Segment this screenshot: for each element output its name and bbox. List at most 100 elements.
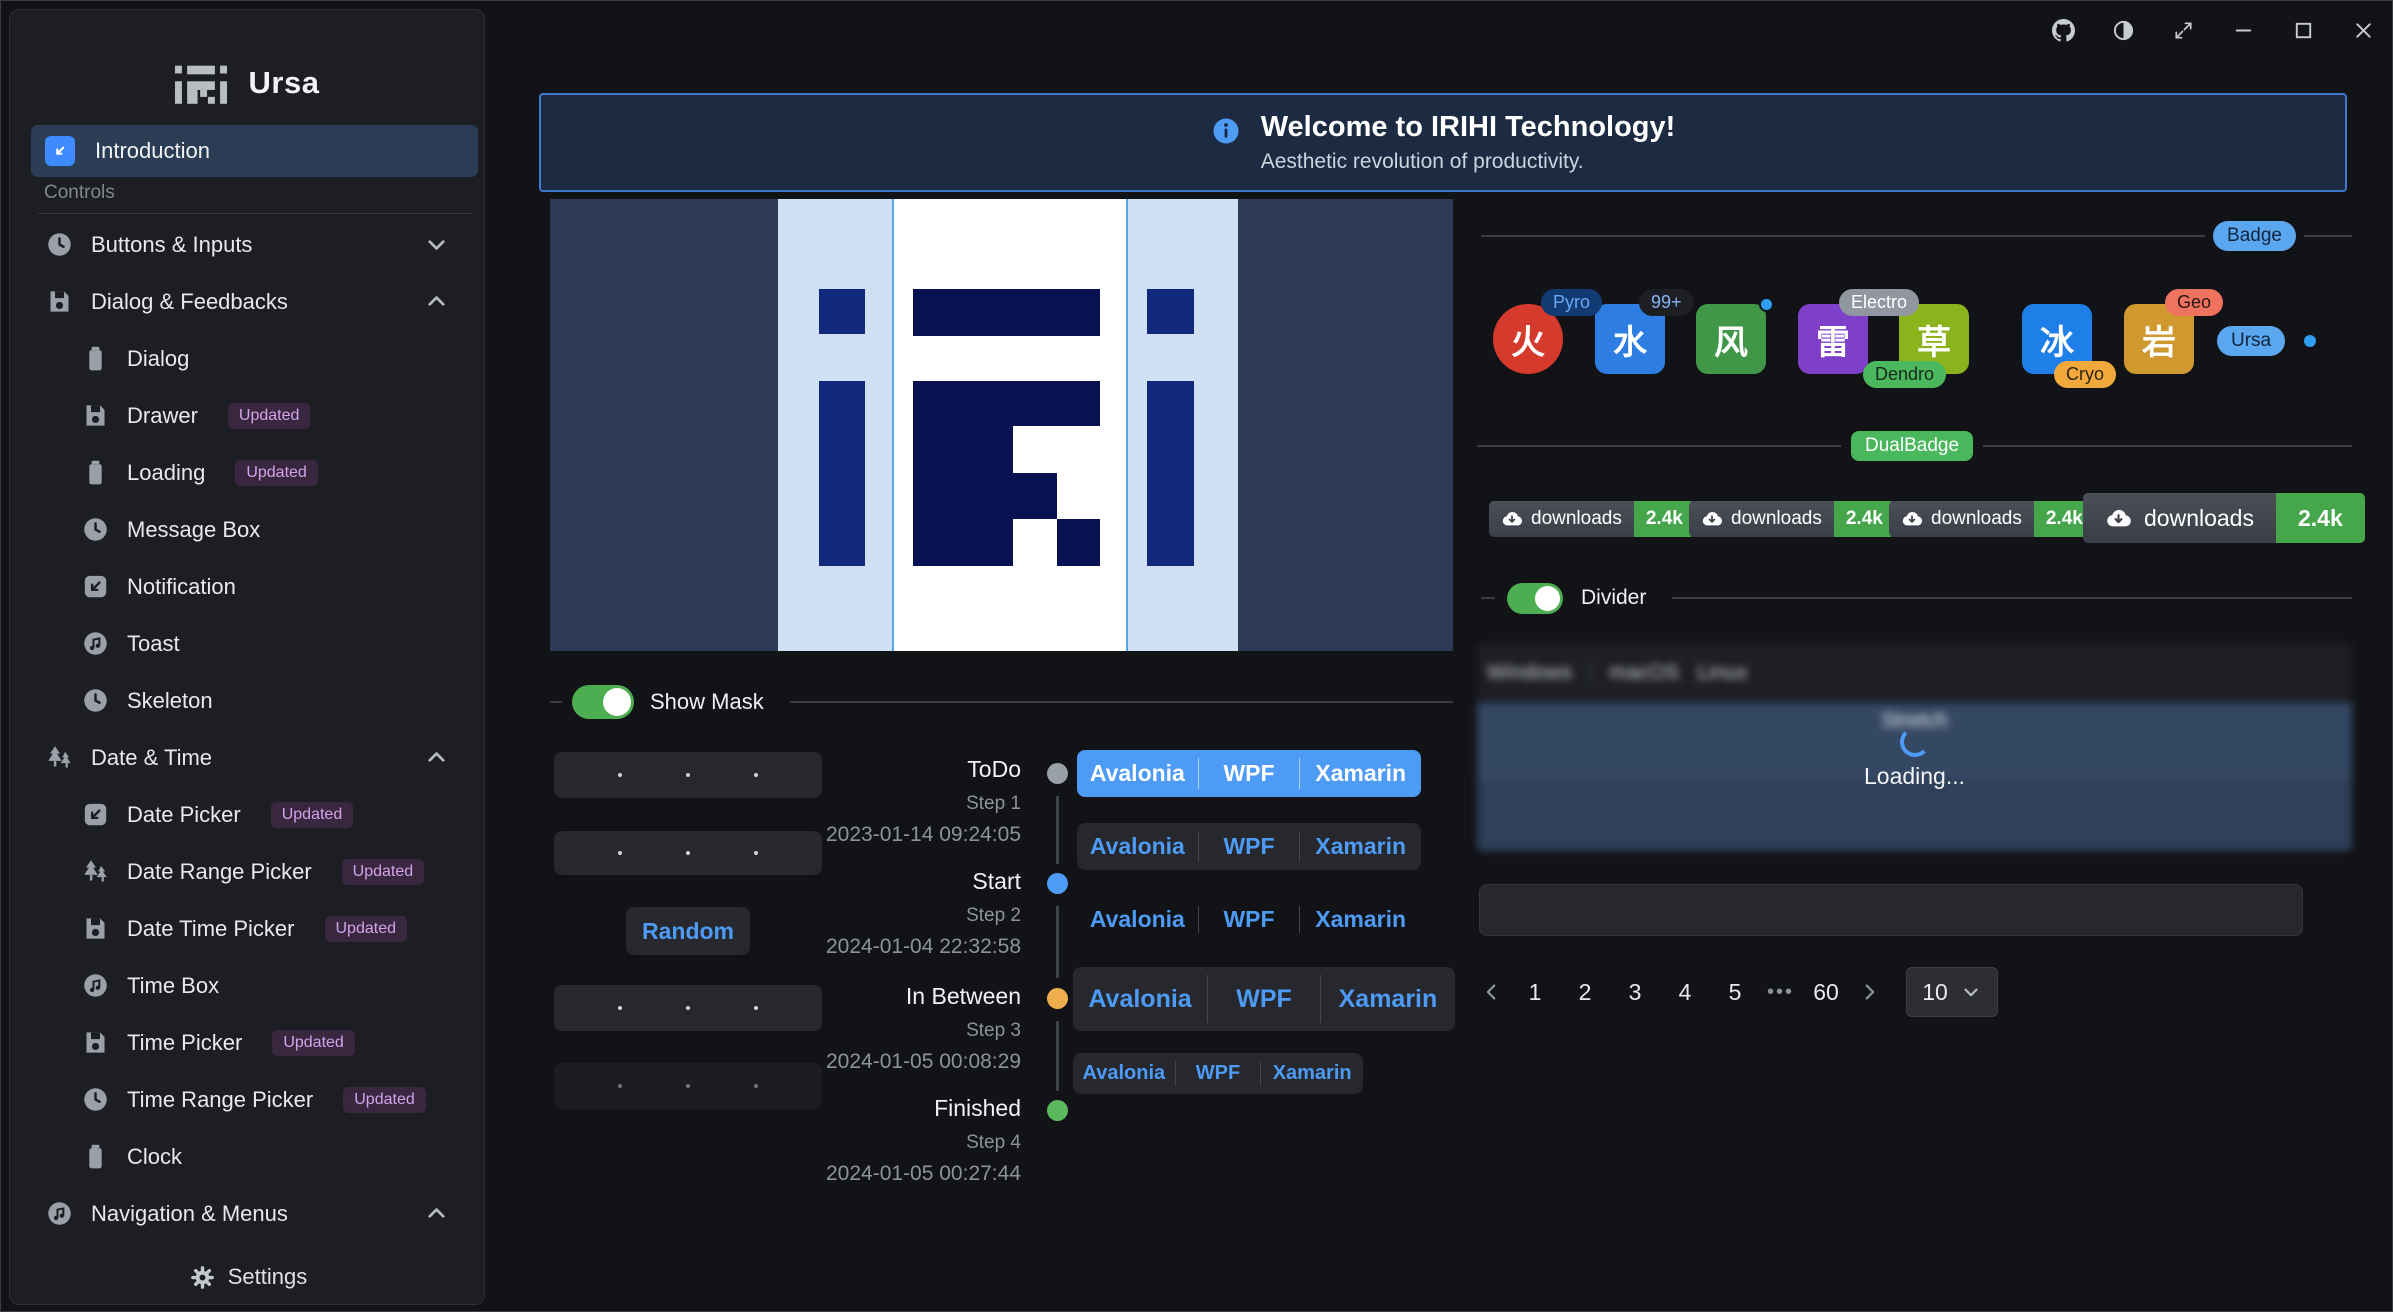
chevron-up-icon[interactable] [423,288,450,315]
avalonia-button[interactable]: Avalonia [1073,985,1207,1014]
page-button-60[interactable]: 60 [1808,973,1844,1012]
sidebar-item-date-time[interactable]: Date & Time [10,729,484,786]
arrow-square-icon [82,573,109,600]
fullscreen-icon[interactable] [2166,15,2200,45]
xamarin-button[interactable]: Xamarin [1321,985,1455,1014]
sidebar-item-message-box[interactable]: Message Box [10,501,484,558]
xamarin-button[interactable]: Xamarin [1300,833,1421,860]
chevron-right-icon[interactable] [1858,981,1880,1003]
xamarin-button[interactable]: Xamarin [1300,906,1421,933]
divider-toggle[interactable] [1507,583,1563,614]
wpf-button[interactable]: WPF [1199,833,1300,860]
page-button-5[interactable]: 5 [1717,973,1753,1012]
settings-button[interactable]: Settings [11,1251,485,1303]
downloads-label: downloads [1931,508,2022,530]
avalonia-button[interactable]: Avalonia [1077,760,1198,787]
avalonia-button[interactable]: Avalonia [1077,833,1198,860]
sidebar-item-skeleton[interactable]: Skeleton [10,672,484,729]
xamarin-button[interactable]: Xamarin [1261,1062,1363,1085]
step-label: Finished [550,1095,1021,1122]
sidebar-item-introduction[interactable]: Introduction [31,125,478,177]
minimize-icon[interactable] [2226,15,2260,45]
updated-badge: Updated [325,916,408,942]
app-title: Ursa [249,65,320,101]
sidebar-item-date-picker[interactable]: Date Picker Updated [10,786,484,843]
sidebar-item-dialog-feedbacks[interactable]: Dialog & Feedbacks [10,273,484,330]
step-sub: Step 4 [550,1132,1021,1154]
show-mask-toggle[interactable] [572,685,634,719]
download-cloud-icon [1901,508,1923,530]
updated-badge: Updated [272,1030,355,1056]
loading-overlay: Loading... [1477,727,2352,790]
sidebar-item-notification[interactable]: Notification [10,558,484,615]
updated-badge: Updated [271,802,354,828]
avalonia-button[interactable]: Avalonia [1073,1062,1175,1085]
sidebar-item-toast[interactable]: Toast [10,615,484,672]
logo-pixel [1057,519,1100,566]
loading-tabbar: Windows macOS Linux [1477,643,2352,703]
downloads-badge-large: downloads 2.4k [2083,493,2365,543]
step-block: ToDo Step 1 2023-01-14 09:24:05 [550,756,1021,847]
element-tile-anemo: 风 [1696,304,1766,374]
theme-toggle-icon[interactable] [2106,15,2140,45]
tab-linux[interactable]: Linux [1697,661,1747,685]
tab-macos[interactable]: macOS [1609,661,1679,685]
github-icon[interactable] [2046,15,2080,45]
sidebar-item-navigation-menus[interactable]: Navigation & Menus [10,1185,484,1242]
downloads-count: 2.4k [2276,493,2365,543]
caret-down-icon [1960,981,1982,1003]
wpf-button[interactable]: WPF [1199,760,1300,787]
badge-cryo: Cryo [2054,361,2116,388]
wpf-button[interactable]: WPF [1176,1062,1261,1085]
step-sub: Step 3 [550,1020,1021,1042]
divider-line [550,701,562,703]
app-window: Ursa Introduction Controls Buttons & Inp… [0,0,2393,1312]
sidebar-item-buttons-inputs[interactable]: Buttons & Inputs [10,216,484,273]
arrow-square-icon [82,801,109,828]
clock-icon [82,516,109,543]
step-dot-finished [1047,1100,1068,1121]
avalonia-button[interactable]: Avalonia [1077,906,1198,933]
chevron-up-icon[interactable] [423,744,450,771]
tile-glyph: 风 [1714,315,1748,364]
page-button-1[interactable]: 1 [1517,973,1553,1012]
sidebar-item-time-picker[interactable]: Time Picker Updated [10,1014,484,1071]
sidebar-item-time-range-picker[interactable]: Time Range Picker Updated [10,1071,484,1128]
sidebar-item-time-box[interactable]: Time Box [10,957,484,1014]
empty-input-bar[interactable] [1479,884,2303,936]
page-button-3[interactable]: 3 [1617,973,1653,1012]
chevron-left-icon[interactable] [1481,981,1503,1003]
loading-label: Loading... [1477,763,2352,790]
step-connector [1056,906,1059,978]
sidebar-item-clock[interactable]: Clock [10,1128,484,1185]
maximize-icon[interactable] [2286,15,2320,45]
sidebar-item-dialog[interactable]: Dialog [10,330,484,387]
page-button-2[interactable]: 2 [1567,973,1603,1012]
sidebar-item-date-range-picker[interactable]: Date Range Picker Updated [10,843,484,900]
chevron-down-icon[interactable] [423,231,450,258]
sidebar-item-drawer[interactable]: Drawer Updated [10,387,484,444]
pagination-ellipsis[interactable]: ••• [1767,981,1794,1004]
clock-icon [82,687,109,714]
sidebar-item-date-time-picker[interactable]: Date Time Picker Updated [10,900,484,957]
badge-geo: Geo [2165,289,2223,316]
badge-pyro: Pyro [1541,289,1602,316]
divider-line [1983,445,2352,447]
page-button-4[interactable]: 4 [1667,973,1703,1012]
platform-group-dark: Avalonia WPF Xamarin [1077,823,1421,870]
page-size-dropdown[interactable]: 10 [1906,967,1998,1017]
wpf-button[interactable]: WPF [1199,906,1300,933]
wpf-button[interactable]: WPF [1208,985,1320,1014]
step-dot-in-between [1047,988,1068,1009]
platform-group-borderless: Avalonia WPF Xamarin [1077,898,1421,941]
gear-icon [189,1264,216,1291]
chevron-up-icon[interactable] [423,1200,450,1227]
sidebar-item-loading[interactable]: Loading Updated [10,444,484,501]
xamarin-button[interactable]: Xamarin [1300,760,1421,787]
show-mask-row: Show Mask [550,684,1453,720]
irihi-logo-icon [175,62,227,104]
banner-subtitle: Aesthetic revolution of productivity. [1261,150,1676,174]
tab-windows[interactable]: Windows [1487,661,1572,685]
close-icon[interactable] [2346,15,2380,45]
divider-line [1481,235,2205,237]
